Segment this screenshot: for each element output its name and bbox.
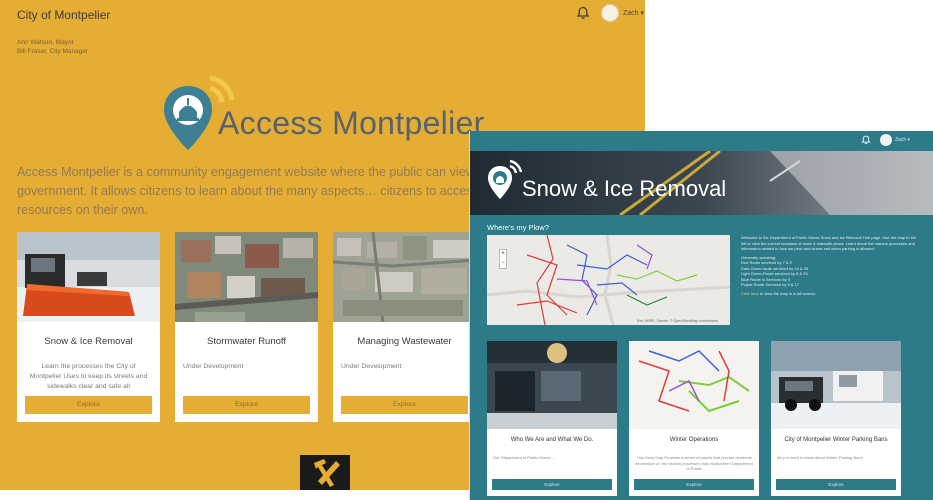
plow-routes-map [487, 235, 730, 325]
map-attribution: Esri, HERE, Garmin, © OpenStreetMap cont… [637, 319, 718, 323]
bell-icon[interactable] [576, 6, 590, 20]
location-pin-logo-icon [488, 159, 523, 199]
fullscreen-note-text: to view the map in a full screen. [758, 290, 816, 296]
card-description: Our Department of Public Works ... [493, 455, 555, 460]
aerial-wastewater-photo [333, 232, 476, 322]
card-stormwater-runoff[interactable]: Stormwater Runoff Under Development Expl… [175, 232, 318, 422]
explore-button[interactable]: Explore [183, 396, 310, 414]
snow-ice-removal-window: Zach ▾ Snow & Ice Removal Where's my Plo… [469, 131, 933, 500]
top-bar: City of Montpelier Zach ▾ [0, 0, 645, 28]
tow-truck-photo [771, 341, 901, 429]
page-title: Snow & Ice Removal [522, 176, 727, 201]
tools-icon [300, 455, 350, 490]
snowplow-photo [17, 232, 160, 322]
card-who-we-are[interactable]: Who We Are and What We Do. Our Departmen… [487, 341, 617, 496]
screenshot-collage: City of Montpelier Zach ▾ Ann Watson, Ma… [0, 0, 933, 500]
explore-button[interactable]: Explore [776, 479, 896, 490]
card-description: This Story Map Provides a series of pane… [635, 455, 753, 471]
card-winter-operations[interactable]: Winter Operations This Story Map Provide… [629, 341, 759, 496]
card-winter-parking-bans[interactable]: City of Montpelier Winter Parking Bans A… [771, 341, 901, 496]
zoom-control: + − [499, 249, 507, 269]
card-title: Stormwater Runoff [206, 336, 287, 347]
mayor-line: Ann Watson, Mayor [17, 39, 74, 46]
card-title: Snow & Ice Removal [44, 336, 133, 347]
avatar[interactable] [880, 134, 892, 146]
card-description: Under Development [183, 363, 244, 370]
brand-name: Access Montpelier [218, 105, 485, 141]
welcome-text: Welcome to the Department of Public Work… [741, 235, 917, 251]
bell-icon[interactable] [861, 135, 871, 145]
click-here-link[interactable]: Click here [741, 291, 759, 296]
plow-truck-night-photo [487, 341, 617, 429]
explore-button[interactable]: Explore [341, 396, 468, 414]
explore-button[interactable]: Explore [492, 479, 612, 490]
card-title: Winter Operations [669, 437, 719, 443]
explore-button[interactable]: Explore [25, 396, 152, 414]
route-purple: Purple Route Serviced by 5 & 17 [741, 282, 800, 287]
card-managing-wastewater[interactable]: Managing Wastewater Under Development Ex… [333, 232, 476, 422]
map-heading: Where's my Plow? [487, 223, 549, 232]
user-menu[interactable]: Zach ▾ [623, 9, 644, 17]
card-description: All you need to know about Winter Parkin… [777, 455, 864, 460]
zoom-in-button[interactable]: + [500, 250, 506, 259]
card-snow-ice-removal[interactable]: Snow & Ice Removal Learn the processes t… [17, 232, 160, 422]
card-description: Learn the processes the City of Montpeli… [29, 363, 148, 390]
info-panel: Welcome to the Department of Public Work… [741, 235, 921, 296]
card-description: Under Development [341, 363, 402, 370]
officials-list: Ann Watson, Mayor Bill Fraser, City Mana… [17, 38, 88, 56]
zoom-out-button[interactable]: − [500, 259, 506, 268]
avatar[interactable] [601, 4, 619, 22]
aerial-town-photo [175, 232, 318, 322]
card-title: Who We Are and What We Do. [510, 437, 594, 443]
card-title: Managing Wastewater [357, 336, 452, 347]
city-manager-line: Bill Fraser, City Manager [17, 48, 89, 55]
top-bar: Zach ▾ [470, 131, 933, 151]
user-menu[interactable]: Zach ▾ [895, 137, 910, 143]
fullscreen-note: Click here to view the map in a full scr… [741, 291, 921, 297]
routes-map-thumbnail [629, 341, 759, 429]
card-title: City of Montpelier Winter Parking Bans [784, 437, 888, 443]
explore-button[interactable]: Explore [634, 479, 754, 490]
site-title[interactable]: City of Montpelier [17, 8, 110, 22]
plow-map[interactable]: + − Esri, HERE, Garmin, © OpenStreetMap … [487, 235, 730, 325]
